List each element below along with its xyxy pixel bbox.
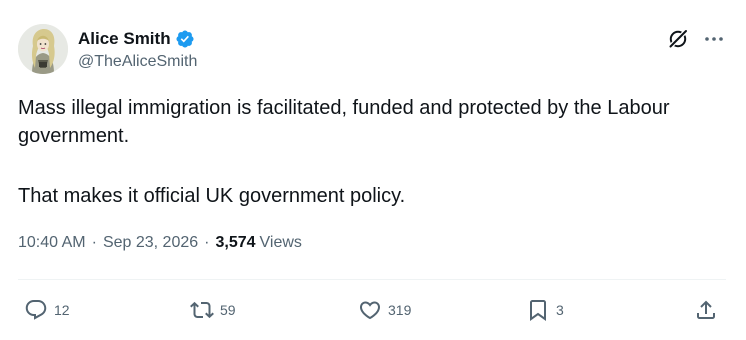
tweet-paragraph: That makes it official UK government pol… [18,185,406,207]
like-button[interactable]: 319 [358,297,411,323]
share-button[interactable] [694,297,724,323]
bookmark-icon [530,300,546,321]
handle[interactable]: @TheAliceSmith [78,53,197,71]
verified-badge-icon[interactable] [175,29,195,49]
share-icon [697,300,715,319]
reply-icon [25,300,47,320]
more-icon[interactable] [702,27,726,51]
bookmark-count: 3 [556,302,564,318]
tweet-paragraph: Mass illegal immigration is facilitated,… [18,97,670,147]
divider [18,279,726,280]
tweet-time[interactable]: 10:40 AM [18,234,86,252]
views-label: Views [259,234,302,251]
tweet-meta: 10:40 AM · Sep 23, 2026 · 3,574 Views [18,234,302,252]
like-count: 319 [388,302,412,318]
reply-button[interactable]: 12 [24,297,70,323]
like-icon [359,301,381,320]
meta-separator: · [204,234,210,251]
reply-count: 12 [54,302,70,318]
user-block: Alice Smith @TheAliceSmith [78,26,197,71]
views-count: 3,574 [215,234,256,251]
tweet-text: Mass illegal immigration is facilitated,… [18,94,718,210]
meta-separator: · [91,234,97,251]
tweet-card: Alice Smith @TheAliceSmith Mass illegal … [0,0,746,340]
display-name[interactable]: Alice Smith [78,29,171,49]
retweet-count: 59 [220,302,236,318]
tweet-date[interactable]: Sep 23, 2026 [103,234,198,252]
avatar[interactable] [18,24,68,74]
name-row: Alice Smith [78,26,197,52]
avatar-image [18,24,68,74]
retweet-button[interactable]: 59 [190,297,236,323]
retweet-icon [190,301,214,319]
bookmark-button[interactable]: 3 [526,297,564,323]
grok-icon[interactable] [666,27,690,51]
